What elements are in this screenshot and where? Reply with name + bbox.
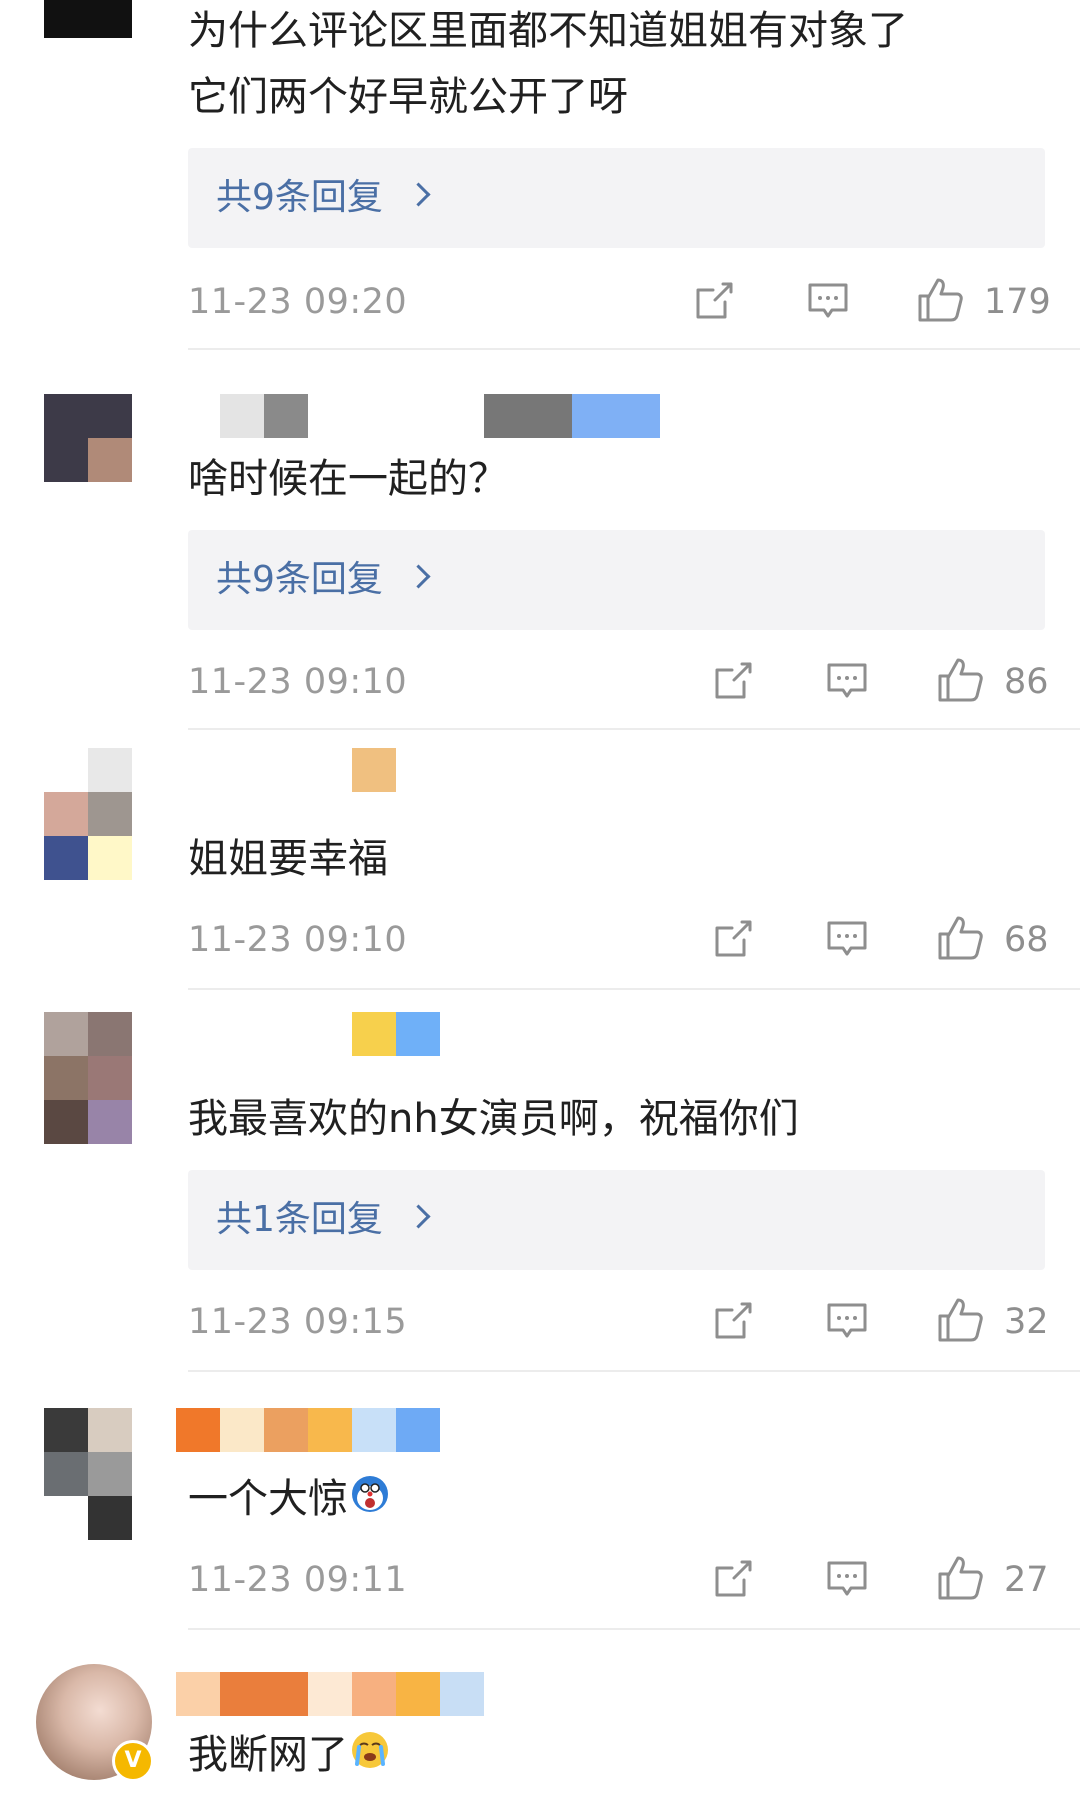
thumbs-up-icon[interactable] [936,914,984,966]
share-icon[interactable] [712,918,754,964]
like-count: 86 [1004,662,1049,702]
username-censored[interactable] [176,1672,486,1716]
share-icon[interactable] [693,280,735,326]
comment-text-line: 我断网了 [188,1732,348,1778]
share-icon[interactable] [712,1558,754,1604]
timestamp: 11-23 09:20 [188,282,408,322]
comment-text-line: 为什么评论区里面都不知道姐姐有对象了 [188,8,908,54]
verified-badge: V [112,1740,154,1782]
like-count: 68 [1004,920,1049,960]
comment-meta: 11-23 09:11 27 [0,1550,1080,1610]
thumbs-up-icon[interactable] [936,1296,984,1348]
replies-label: 共9条回复 [216,559,383,600]
comment-icon[interactable] [825,660,869,706]
divider [188,1628,1080,1630]
username-censored[interactable] [176,748,416,792]
comment-text: 为什么评论区里面都不知道姐姐有对象了 它们两个好早就公开了呀 [188,0,908,130]
timestamp: 11-23 09:10 [188,920,408,960]
comment-text-line: 我最喜欢的nh女演员啊，祝福你们 [188,1096,799,1142]
comment-meta: 11-23 09:10 68 [0,910,1080,970]
comment-text-line: 一个大惊 [188,1476,348,1522]
comment-icon[interactable] [806,280,850,326]
like-count: 32 [1004,1302,1049,1342]
comment-meta: 11-23 09:15 32 [0,1292,1080,1352]
comment-text-line: 姐姐要幸福 [188,836,388,882]
thumbs-up-icon[interactable] [936,1554,984,1606]
comment-text: 我断网了 [188,1722,390,1790]
replies-link[interactable]: 共9条回复 [188,530,1045,630]
surprised-face-emoji [350,1468,390,1534]
crying-face-emoji [350,1724,390,1790]
divider [188,348,1080,350]
comment-meta: 11-23 09:10 86 [0,652,1080,712]
timestamp: 11-23 09:11 [188,1560,408,1600]
chevron-right-icon [406,564,431,589]
avatar[interactable] [44,1408,132,1540]
timestamp: 11-23 09:10 [188,662,408,702]
avatar[interactable] [44,394,132,482]
comment-icon[interactable] [825,1300,869,1346]
chevron-right-icon [406,182,431,207]
avatar[interactable] [44,1012,132,1144]
comment-icon[interactable] [825,918,869,964]
username-censored[interactable] [176,394,676,438]
comment-text: 一个大惊 [188,1466,390,1534]
like-count: 27 [1004,1560,1049,1600]
divider [188,728,1080,730]
username-censored[interactable] [176,1408,440,1452]
replies-label: 共1条回复 [216,1199,383,1240]
username-censored[interactable] [176,1012,456,1056]
share-icon[interactable] [712,1300,754,1346]
divider [188,988,1080,990]
avatar[interactable] [44,748,132,880]
comment-text: 我最喜欢的nh女演员啊，祝福你们 [188,1086,799,1152]
comment-text-line: 它们两个好早就公开了呀 [188,74,628,120]
chevron-right-icon [406,1204,431,1229]
timestamp: 11-23 09:15 [188,1302,408,1342]
thumbs-up-icon[interactable] [916,276,964,328]
comment-text: 姐姐要幸福 [188,826,388,892]
divider [188,1370,1080,1372]
share-icon[interactable] [712,660,754,706]
thumbs-up-icon[interactable] [936,656,984,708]
comment-text-line: 啥时候在一起的？ [188,456,508,502]
comment-meta: 11-23 09:20 179 [0,272,1080,332]
like-count: 179 [984,282,1051,322]
comment-text: 啥时候在一起的？ [188,446,508,512]
avatar[interactable]: V [36,1664,154,1782]
replies-label: 共9条回复 [216,177,383,218]
avatar[interactable] [44,0,132,38]
replies-link[interactable]: 共9条回复 [188,148,1045,248]
comment-icon[interactable] [825,1558,869,1604]
replies-link[interactable]: 共1条回复 [188,1170,1045,1270]
